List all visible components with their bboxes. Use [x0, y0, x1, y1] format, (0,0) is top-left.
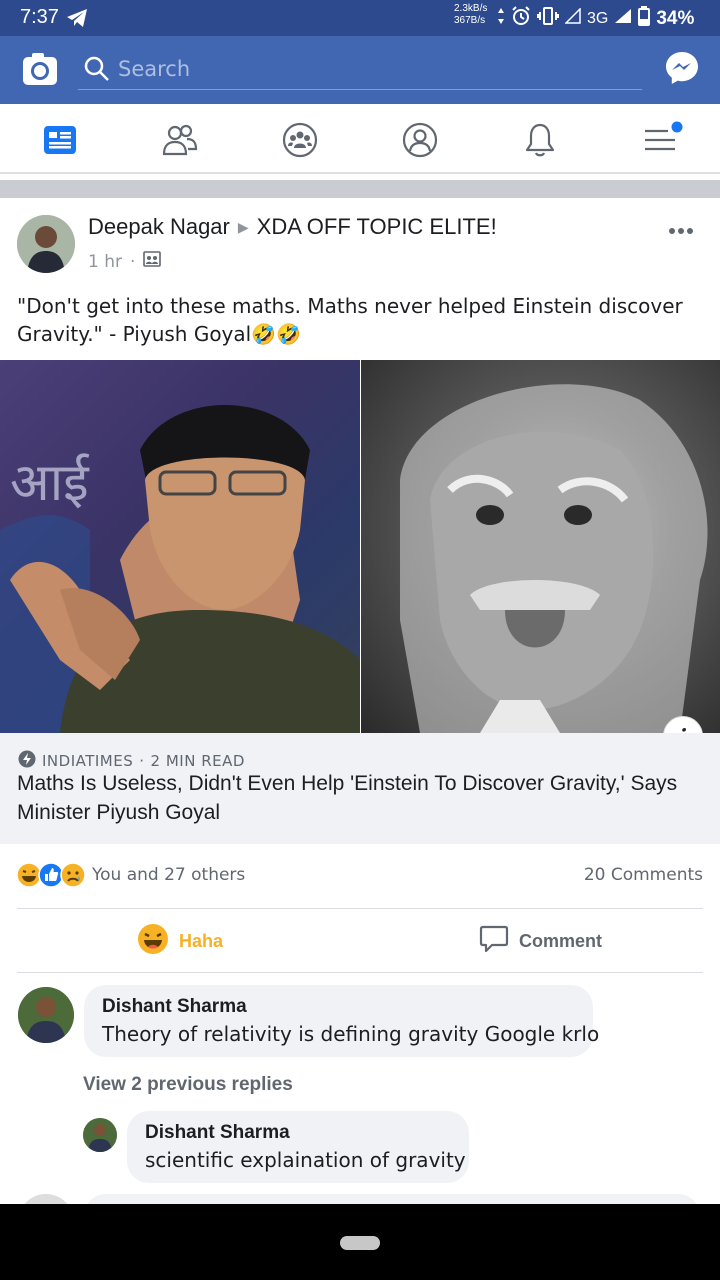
- group-privacy-icon: [143, 250, 162, 273]
- camera-icon[interactable]: [22, 52, 58, 90]
- author-name[interactable]: Deepak Nagar: [88, 214, 230, 239]
- reactions-summary[interactable]: You and 27 others: [92, 865, 245, 885]
- meta-dot: ·: [129, 251, 136, 272]
- reaction-icons[interactable]: [16, 862, 86, 892]
- commenter-avatar[interactable]: [18, 987, 74, 1043]
- haha-label: Haha: [179, 930, 224, 951]
- photo-illustration: आई: [0, 384, 708, 733]
- status-time: 7:37: [20, 6, 59, 28]
- read-time: 2 MIN READ: [150, 752, 245, 770]
- comments-count[interactable]: 20 Comments: [584, 865, 703, 885]
- profile-icon[interactable]: [398, 118, 442, 162]
- telegram-icon: [66, 8, 88, 32]
- notification-badge-dot: [671, 118, 683, 137]
- group-name[interactable]: XDA OFF TOPIC ELITE!: [257, 214, 497, 239]
- post-meta: 1 hr ·: [88, 250, 162, 273]
- post-time[interactable]: 1 hr: [88, 252, 122, 272]
- home-gesture-pill[interactable]: [340, 1236, 380, 1250]
- news-feed-icon[interactable]: [38, 118, 82, 162]
- divider: [17, 972, 703, 973]
- battery-percent: 34%: [656, 7, 695, 29]
- status-bar: 7:37 2.3kB/s 367B/s 3G 34%: [0, 0, 720, 36]
- vibrate-icon: [537, 7, 559, 30]
- network-type: 3G: [587, 9, 609, 27]
- view-previous-replies[interactable]: View 2 previous replies: [83, 1074, 293, 1096]
- replier-avatar[interactable]: [83, 1118, 117, 1152]
- link-card[interactable]: INDIATIMES · 2 MIN READ Maths Is Useless…: [0, 733, 720, 844]
- alarm-icon: [511, 6, 531, 31]
- reply-bubble[interactable]: Dishant Sharma scientific explaination o…: [127, 1111, 469, 1183]
- messenger-icon[interactable]: [664, 50, 700, 90]
- comment-text: Theory of relativity is defining gravity…: [102, 1022, 600, 1046]
- post-text: "Don't get into these maths. Maths never…: [17, 294, 683, 346]
- battery-icon: [638, 6, 651, 31]
- search-icon: [84, 56, 110, 86]
- haha-button[interactable]: Haha: [137, 922, 223, 960]
- system-nav-bar: [0, 1204, 720, 1280]
- comment-icon: [479, 925, 509, 958]
- app-header: [0, 36, 720, 104]
- sad-reaction-icon: [60, 862, 86, 892]
- search-bar[interactable]: [78, 52, 642, 90]
- groups-icon[interactable]: [278, 118, 322, 162]
- author-line: Deepak Nagar ▶ XDA OFF TOPIC ELITE!: [88, 214, 497, 240]
- data-arrows-icon: [497, 7, 505, 30]
- comment-author[interactable]: Dishant Sharma: [102, 995, 575, 1019]
- divider: [17, 908, 703, 909]
- comment-button[interactable]: Comment: [479, 922, 602, 960]
- signal-icon: [614, 8, 632, 29]
- source-dot: ·: [139, 752, 145, 770]
- author-avatar[interactable]: [17, 215, 75, 273]
- reply-text: scientific explaination of gravity: [145, 1148, 466, 1172]
- comment-bubble[interactable]: Dishant Sharma Theory of relativity is d…: [84, 985, 600, 1057]
- nav-tabs: [0, 104, 720, 174]
- reactions-row: You and 27 others 20 Comments: [0, 857, 720, 897]
- notifications-icon[interactable]: [518, 118, 562, 162]
- source-name: INDIATIMES: [42, 752, 134, 770]
- feed-separator: [0, 180, 720, 198]
- link-headline[interactable]: Maths Is Useless, Didn't Even Help 'Eins…: [17, 769, 707, 827]
- network-speed: 2.3kB/s 367B/s: [454, 3, 488, 26]
- reply-author[interactable]: Dishant Sharma: [145, 1121, 451, 1145]
- arrow-right-icon: ▶: [237, 219, 249, 235]
- comment-label: Comment: [519, 930, 603, 951]
- more-options-icon[interactable]: [668, 220, 694, 239]
- signal-empty-icon: [564, 7, 581, 29]
- svg-text:आई: आई: [10, 453, 90, 513]
- friends-icon[interactable]: [158, 118, 202, 162]
- haha-icon: [137, 923, 169, 960]
- search-input[interactable]: [118, 54, 618, 84]
- link-preview-image[interactable]: आई: [0, 360, 720, 733]
